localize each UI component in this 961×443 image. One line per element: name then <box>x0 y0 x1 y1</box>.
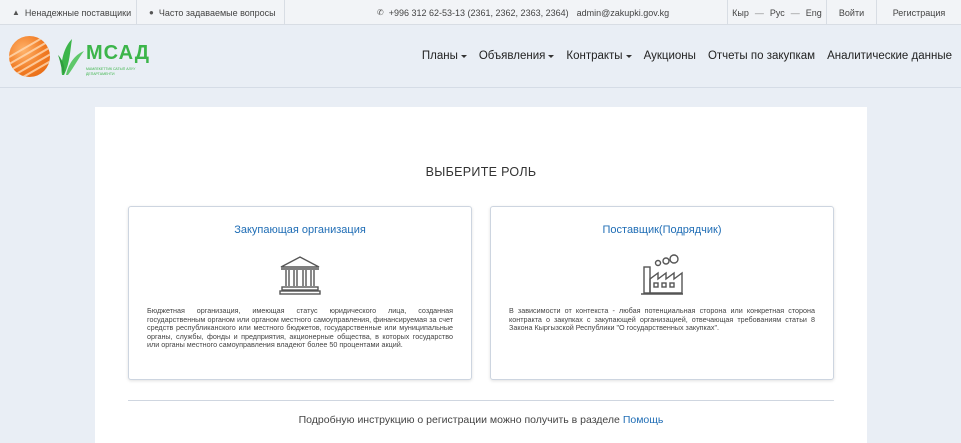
buyer-role-card[interactable]: Закупающая организация Бюджетная организ… <box>128 206 472 380</box>
supplier-role-description: В зависимости от контекста - любая потен… <box>509 306 815 333</box>
caret-down-icon <box>548 54 555 58</box>
nav-contracts[interactable]: Контракты <box>566 50 632 62</box>
nav-plans-label: Планы <box>421 50 458 62</box>
buyer-role-description: Бюджетная организация, имеющая статус юр… <box>147 306 453 350</box>
caret-down-icon <box>625 54 632 58</box>
phone-number: +996 312 62-53-13 (2361, 2362, 2363, 236… <box>388 7 569 18</box>
buyer-role-title[interactable]: Закупающая организация <box>129 224 471 236</box>
faq-link[interactable]: ● Часто задаваемые вопросы <box>137 0 285 25</box>
factory-icon <box>641 254 683 295</box>
caret-down-icon <box>460 54 467 58</box>
main-header: МСАД МАМЛЕКЕТТИК САТЫП АЛУУ ДЕПАРТАМЕНТИ… <box>0 25 961 88</box>
phone-icon: ✆ <box>377 8 384 17</box>
supplier-role-title[interactable]: Поставщик(Подрядчик) <box>491 224 833 236</box>
unreliable-suppliers-label: Ненадежные поставщики <box>24 7 132 18</box>
unreliable-suppliers-link[interactable]: ▲ Ненадежные поставщики <box>0 0 137 25</box>
nav-auctions[interactable]: Аукционы <box>644 50 696 62</box>
lang-kyrgyz[interactable]: Кыр <box>732 8 749 18</box>
nav-plans[interactable]: Планы <box>422 50 467 62</box>
register-button[interactable]: Регистрация <box>877 0 961 25</box>
logo-subtitle: МАМЛЕКЕТТИК САТЫП АЛУУ ДЕПАРТАМЕНТИ <box>86 67 136 76</box>
page-title: ВЫБЕРИТЕ РОЛЬ <box>425 165 537 179</box>
main-navigation: Планы Объявления Контракты Аукционы Отче… <box>410 50 952 62</box>
help-link[interactable]: Помощь <box>623 414 664 426</box>
contact-info: ✆ +996 312 62-53-13 (2361, 2362, 2363, 2… <box>377 0 669 25</box>
nav-analytics[interactable]: Аналитические данные <box>827 50 952 62</box>
nav-contracts-label: Контракты <box>566 50 623 62</box>
nav-auctions-label: Аукционы <box>643 50 696 62</box>
login-button[interactable]: Войти <box>827 0 877 25</box>
nav-procurement-reports[interactable]: Отчеты по закупкам <box>708 50 815 62</box>
registration-instructions: Подробную инструкцию о регистрации можно… <box>95 414 867 426</box>
logo-title[interactable]: МСАД <box>86 42 150 65</box>
registration-instructions-text: Подробную инструкцию о регистрации можно… <box>298 414 620 426</box>
top-bar: ▲ Ненадежные поставщики ● Часто задаваем… <box>0 0 961 25</box>
nav-announcements-label: Объявления <box>478 50 546 62</box>
question-circle-icon: ● <box>149 8 154 17</box>
role-selection-panel: ВЫБЕРИТЕ РОЛЬ Закупающая организация Бюд… <box>95 107 867 443</box>
nav-procurement-reports-label: Отчеты по закупкам <box>707 50 816 62</box>
government-building-icon <box>279 256 321 295</box>
nav-analytics-label: Аналитические данные <box>827 50 952 62</box>
logo-leaf-icon <box>58 39 84 75</box>
contact-email[interactable]: admin@zakupki.gov.kg <box>577 8 670 18</box>
faq-label: Часто задаваемые вопросы <box>158 7 276 18</box>
supplier-role-card[interactable]: Поставщик(Подрядчик) В зависимости от ко… <box>490 206 834 380</box>
divider <box>128 400 834 401</box>
lang-english[interactable]: Eng <box>806 8 822 18</box>
nav-announcements[interactable]: Объявления <box>479 50 555 62</box>
warning-icon: ▲ <box>12 8 20 17</box>
language-switcher: Кыр — Рус — Eng <box>727 0 827 25</box>
logo-globe-icon[interactable] <box>9 36 50 77</box>
lang-russian[interactable]: Рус <box>770 8 785 18</box>
